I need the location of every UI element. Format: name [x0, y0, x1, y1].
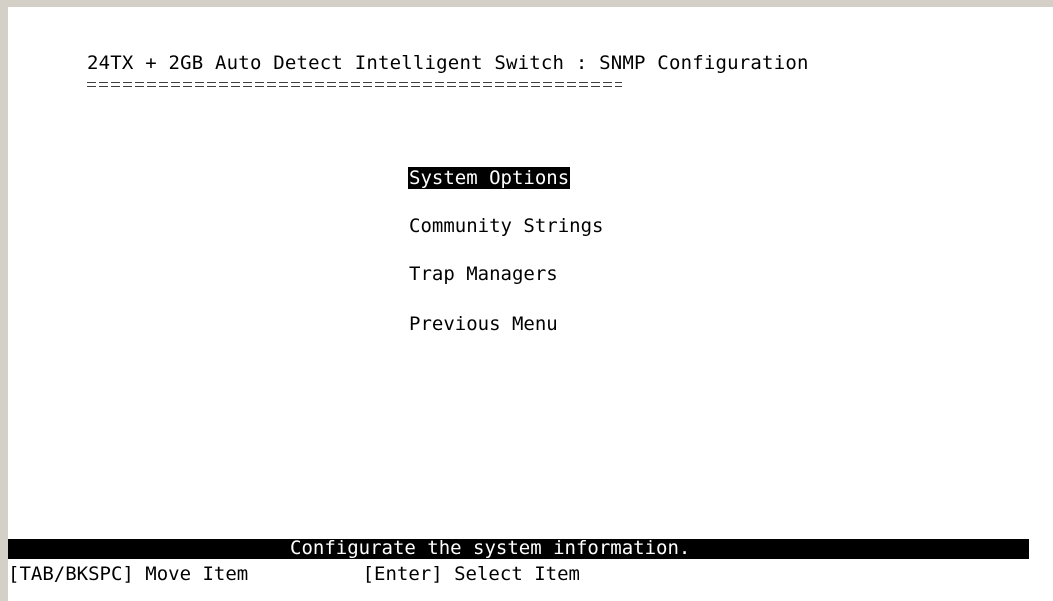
menu-item-system-options[interactable]: System Options: [408, 167, 571, 189]
status-message: Configurate the system information.: [290, 537, 691, 559]
key-help-line: [TAB/BKSPC] Move Item [Enter] Select Ite…: [8, 563, 580, 585]
menu-item-trap-managers[interactable]: Trap Managers: [408, 263, 559, 285]
menu-item-community-strings[interactable]: Community Strings: [408, 215, 604, 237]
menu-item-previous-menu[interactable]: Previous Menu: [408, 313, 559, 335]
title-underline-dashes: [87, 82, 622, 88]
page-title: 24TX + 2GB Auto Detect Intelligent Switc…: [87, 52, 809, 74]
terminal-screen[interactable]: 24TX + 2GB Auto Detect Intelligent Switc…: [8, 7, 1053, 601]
